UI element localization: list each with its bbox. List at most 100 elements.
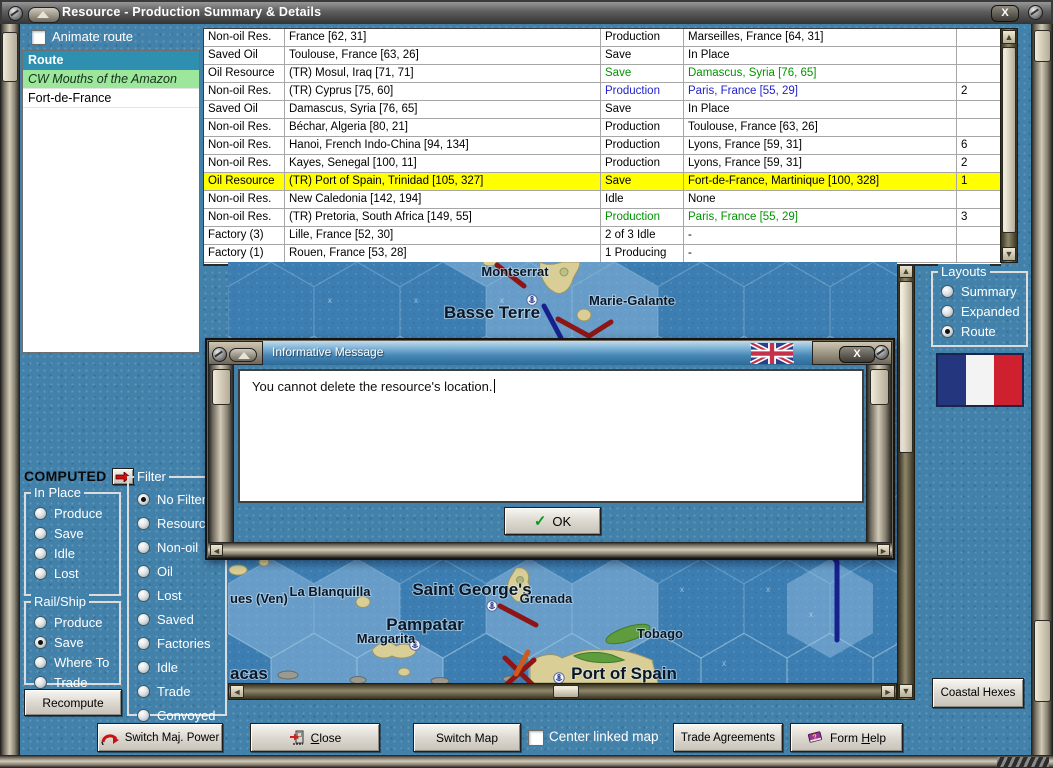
dialog-message-box[interactable]: You cannot delete the resource's locatio… xyxy=(238,369,864,503)
recompute-label: Recompute xyxy=(42,695,104,710)
close-window-icon[interactable]: X xyxy=(991,5,1019,22)
coastal-hexes-button[interactable]: Coastal Hexes xyxy=(932,678,1024,708)
map-label: Port of Spain xyxy=(571,664,677,683)
scroll-left-icon[interactable]: ◄ xyxy=(230,685,244,698)
cell-location: (TR) Cyprus [75, 60] xyxy=(285,83,601,100)
radio-save[interactable]: Save xyxy=(34,526,119,541)
trade-agreements-label: Trade Agreements xyxy=(680,731,776,744)
scroll-down-icon[interactable]: ▼ xyxy=(899,684,913,698)
table-row[interactable]: Non-oil Res. Hanoi, French Indo-China [94… xyxy=(204,137,1001,155)
rail-thumb[interactable] xyxy=(870,369,889,405)
scroll-down-icon[interactable]: ▼ xyxy=(1002,247,1016,261)
radio-trade[interactable]: Trade xyxy=(137,684,225,699)
scroll-up-icon[interactable]: ▲ xyxy=(899,264,913,278)
cell-location: (TR) Pretoria, South Africa [149, 55] xyxy=(285,209,601,226)
radio-lost[interactable]: Lost xyxy=(34,566,119,581)
switch-major-power-button[interactable]: Switch Maj. Power xyxy=(97,723,223,752)
table-row[interactable]: Non-oil Res. (TR) Cyprus [75, 60] Producti… xyxy=(204,83,1001,101)
scroll-up-icon[interactable]: ▲ xyxy=(1002,30,1016,44)
table-row[interactable]: Saved Oil Damascus, Syria [76, 65] Save In … xyxy=(204,101,1001,119)
radio-idle[interactable]: Idle xyxy=(137,660,225,675)
rail-thumb[interactable] xyxy=(1034,620,1051,702)
scroll-right-icon[interactable]: ► xyxy=(881,685,895,698)
table-row[interactable]: Non-oil Res. Béchar, Algeria [80, 21] Prod… xyxy=(204,119,1001,137)
map-label: Tobago xyxy=(637,626,683,641)
right-window-rail xyxy=(1031,24,1053,755)
radio-lost[interactable]: Lost xyxy=(137,588,225,603)
scroll-left-icon[interactable]: ◄ xyxy=(210,544,223,556)
radio-button-icon xyxy=(34,547,47,560)
svg-text:x: x xyxy=(328,296,332,305)
switch-map-button[interactable]: Switch Map xyxy=(413,723,521,752)
rail-thumb[interactable] xyxy=(212,369,231,405)
radio-saved[interactable]: Saved xyxy=(137,612,225,627)
radio-produce[interactable]: Produce xyxy=(34,615,119,630)
computed-label: COMPUTED xyxy=(24,468,107,484)
route-listbox[interactable]: Route CW Mouths of the Amazon Fort-de-Fra… xyxy=(22,50,200,353)
radio-produce[interactable]: Produce xyxy=(34,506,119,521)
window-menu-button[interactable] xyxy=(28,7,60,23)
svg-text:x: x xyxy=(766,585,770,594)
ok-label: OK xyxy=(552,513,572,529)
radio-label: Produce xyxy=(54,615,103,630)
cell-location: Hanoi, French Indo-China [94, 134] xyxy=(285,137,601,154)
scrollbar-thumb[interactable] xyxy=(1002,47,1016,233)
radio-where-to[interactable]: Where To xyxy=(34,655,119,670)
table-vertical-scrollbar[interactable]: ▲ ▼ xyxy=(1000,28,1018,263)
radio-route[interactable]: Route xyxy=(941,324,1026,339)
radio-save[interactable]: Save xyxy=(34,635,119,650)
trade-agreements-button[interactable]: Trade Agreements xyxy=(673,723,783,752)
ok-button[interactable]: ✓ OK xyxy=(504,507,601,535)
dialog-close-icon[interactable]: X xyxy=(839,346,875,363)
center-linked-map-checkbox[interactable] xyxy=(528,730,544,746)
close-button[interactable]: Close xyxy=(250,723,380,752)
radio-convoyed[interactable]: Convoyed xyxy=(137,708,225,723)
dialog-right-rail xyxy=(866,365,892,543)
radio-trade[interactable]: Trade xyxy=(34,675,119,690)
recompute-button[interactable]: Recompute xyxy=(24,689,122,716)
application-window: Resource - Production Summary & Details … xyxy=(0,0,1053,768)
rail-thumb[interactable] xyxy=(1034,30,1051,62)
route-list-item[interactable]: Fort-de-France xyxy=(23,89,199,108)
radio-summary[interactable]: Summary xyxy=(941,284,1026,299)
scroll-right-icon[interactable]: ► xyxy=(877,544,890,556)
table-row[interactable]: Oil Resource (TR) Port of Spain, Trinidad… xyxy=(204,173,1001,191)
scrollbar-thumb[interactable] xyxy=(899,281,913,453)
cell-status: Save xyxy=(601,47,684,64)
cell-status: Production xyxy=(601,137,684,154)
radio-oil[interactable]: Oil xyxy=(137,564,225,579)
map-vertical-scrollbar[interactable]: ▲ ▼ xyxy=(897,262,915,700)
table-row[interactable]: Factory (1) Rouen, France [53, 28] 1 Produ… xyxy=(204,245,1001,263)
animate-route-checkbox[interactable] xyxy=(31,30,46,45)
table-row[interactable]: Non-oil Res. France [62, 31] Production Mar… xyxy=(204,29,1001,47)
cell-status: Production xyxy=(601,29,684,46)
dialog-menu-button[interactable] xyxy=(229,348,257,362)
cell-type: Non-oil Res. xyxy=(204,191,285,208)
map-label: ues (Ven) xyxy=(230,591,288,606)
cell-destination: Toulouse, France [63, 26] xyxy=(684,119,957,136)
table-row[interactable]: Non-oil Res. Kayes, Senegal [100, 11] Prod… xyxy=(204,155,1001,173)
layouts-group-title: Layouts xyxy=(938,264,990,279)
cell-count xyxy=(957,245,999,262)
resize-grip[interactable] xyxy=(997,757,1049,767)
radio-factories[interactable]: Factories xyxy=(137,636,225,651)
table-row[interactable]: Factory (3) Lille, France [52, 30] 2 of 3 … xyxy=(204,227,1001,245)
form-help-button[interactable]: ? Form Help xyxy=(790,723,903,752)
cell-destination: Paris, France [55, 29] xyxy=(684,209,957,226)
scrollbar-thumb[interactable] xyxy=(553,685,579,698)
map-horizontal-scrollbar[interactable]: ◄ ► xyxy=(228,683,897,700)
screw-icon xyxy=(212,347,227,362)
route-list-item[interactable]: CW Mouths of the Amazon xyxy=(23,70,199,89)
radio-expanded[interactable]: Expanded xyxy=(941,304,1026,319)
cell-destination: Fort-de-France, Martinique [100, 328] xyxy=(684,173,957,190)
cell-status: Production xyxy=(601,209,684,226)
table-row[interactable]: Non-oil Res. New Caledonia [142, 194] Idle… xyxy=(204,191,1001,209)
rail-thumb[interactable] xyxy=(2,32,18,82)
cell-count xyxy=(957,47,999,64)
table-row[interactable]: Non-oil Res. (TR) Pretoria, South Africa … xyxy=(204,209,1001,227)
table-row[interactable]: Saved Oil Toulouse, France [63, 26] Save In… xyxy=(204,47,1001,65)
table-row[interactable]: Oil Resource (TR) Mosul, Iraq [71, 71] Sav… xyxy=(204,65,1001,83)
radio-idle[interactable]: Idle xyxy=(34,546,119,561)
radio-button-icon xyxy=(137,541,150,554)
cell-count: 2 xyxy=(961,157,968,169)
